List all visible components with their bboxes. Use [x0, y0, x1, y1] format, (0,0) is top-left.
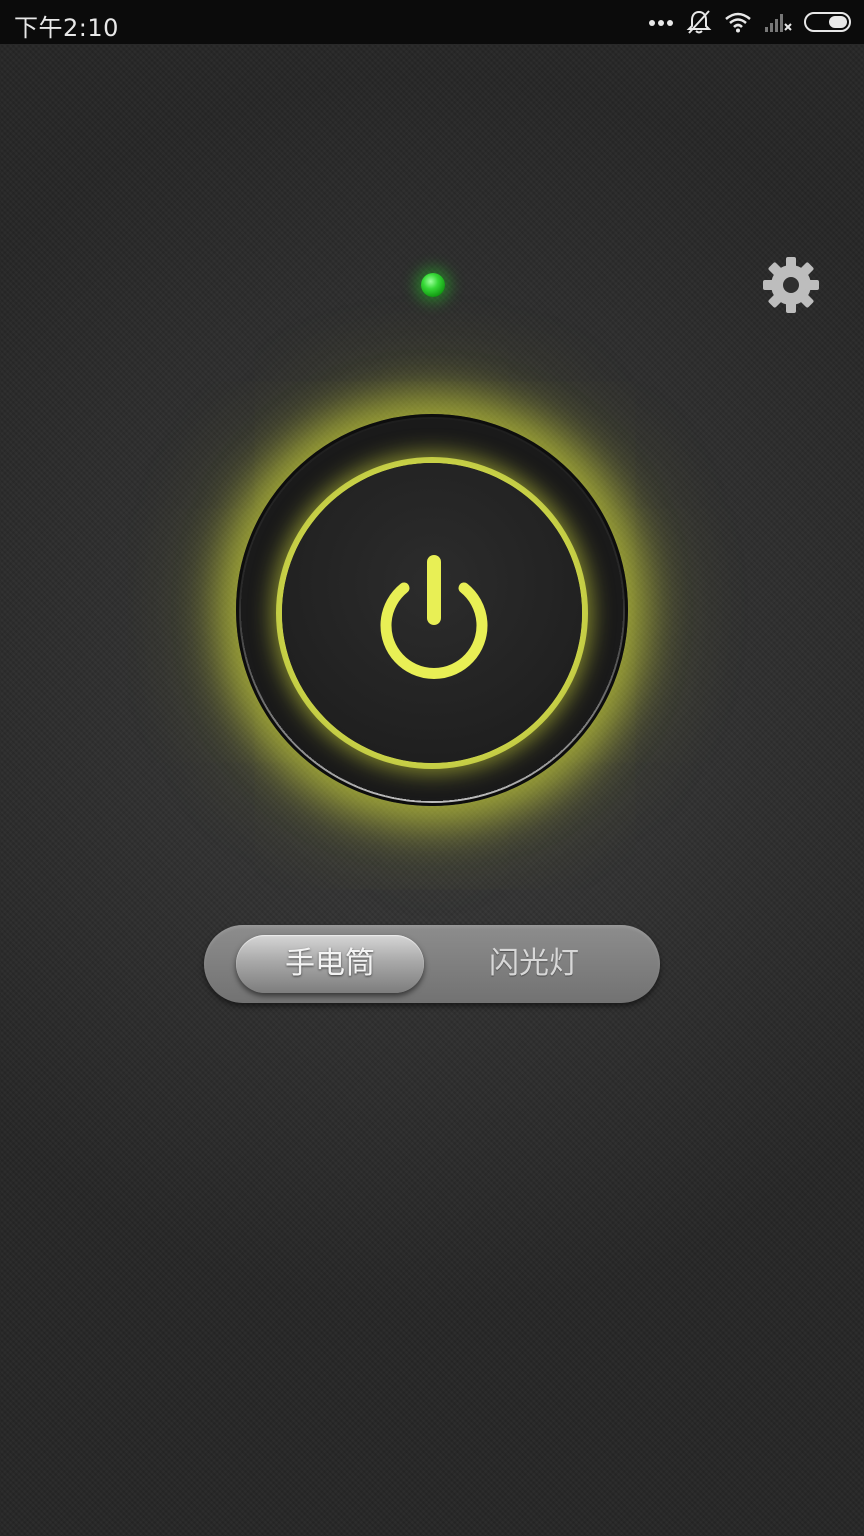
settings-button[interactable] [760, 254, 822, 316]
light-indicator [421, 273, 445, 297]
gear-icon [763, 257, 819, 313]
status-icons [648, 8, 854, 36]
mode-switch: 手电筒 闪光灯 [204, 925, 660, 1003]
no-signal-icon [765, 14, 792, 32]
status-time: 下午2:10 [14, 14, 119, 42]
mute-bell-icon [686, 10, 712, 34]
mode-flashlight-button[interactable]: 手电筒 [236, 935, 424, 993]
more-dots-icon [649, 20, 673, 26]
mode-strobe-button[interactable]: 闪光灯 [440, 935, 628, 993]
wifi-icon [725, 12, 751, 33]
battery-icon [804, 12, 851, 32]
status-bar: 下午2:10 [0, 0, 864, 44]
power-icon [380, 555, 488, 679]
